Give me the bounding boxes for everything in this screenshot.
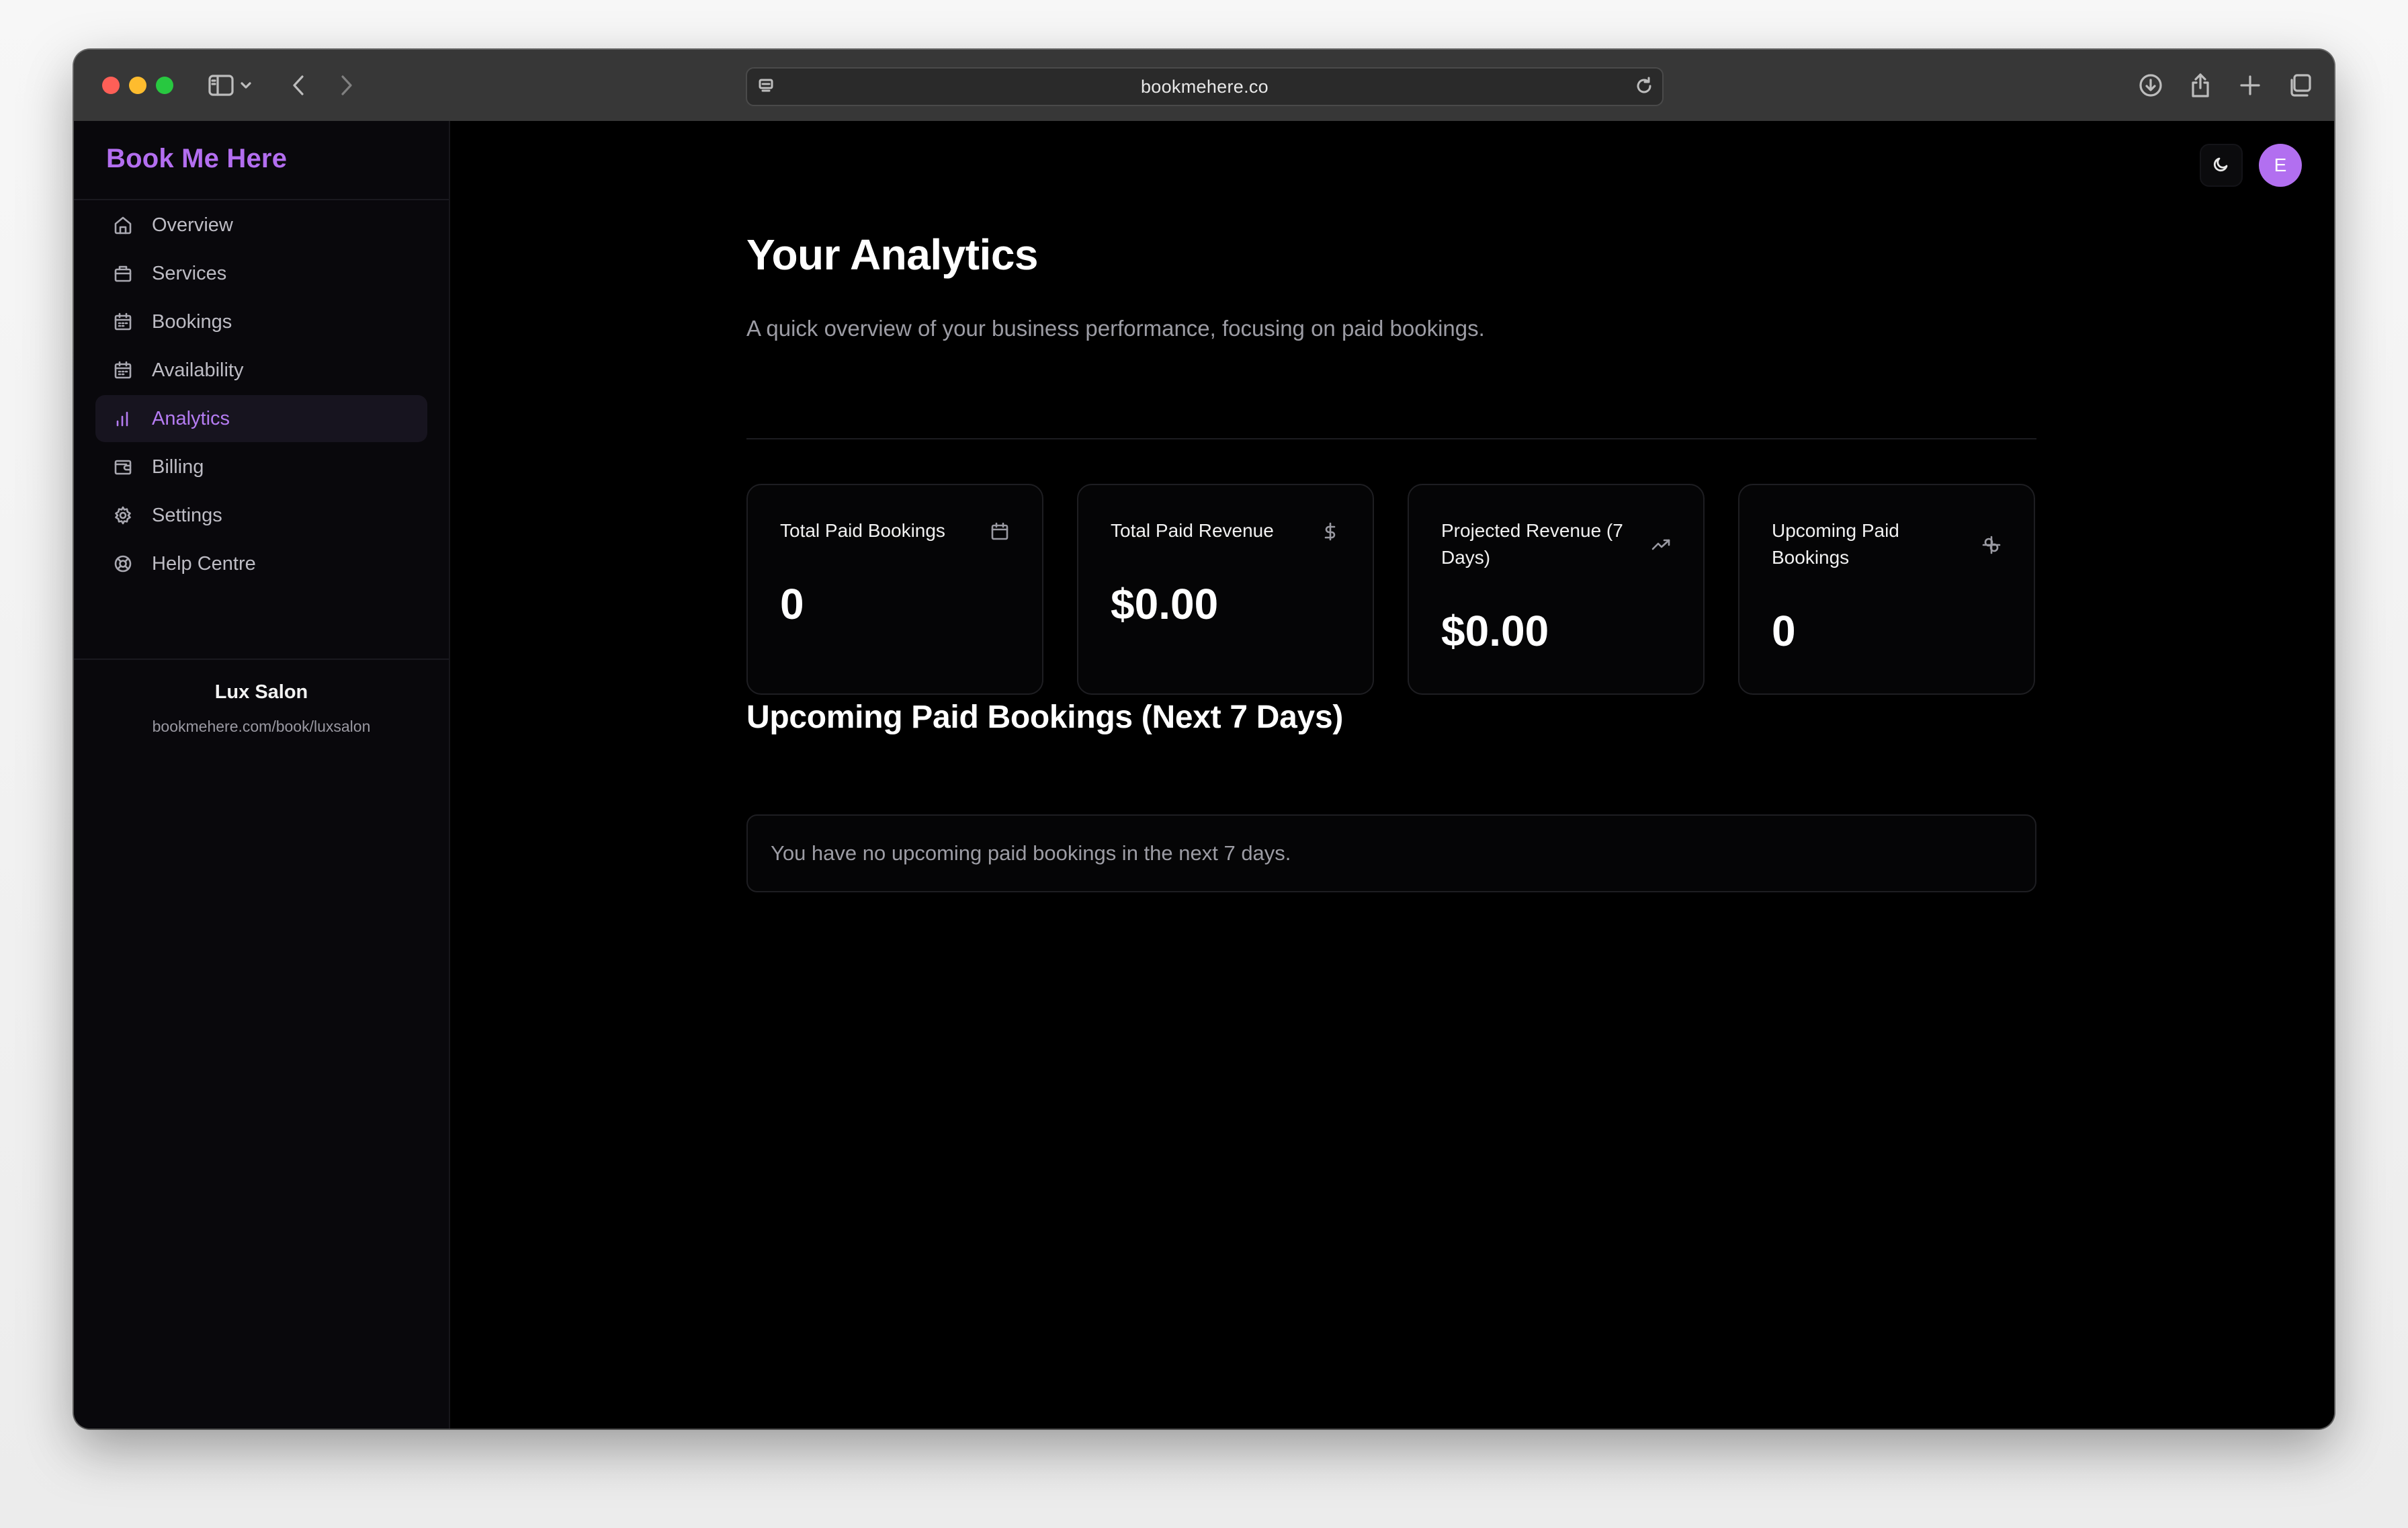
- sidebar-item-label: Services: [152, 262, 227, 284]
- gear-icon: [112, 504, 134, 527]
- sidebar-item-services[interactable]: Services: [95, 250, 427, 297]
- url-text[interactable]: bookmehere.co: [747, 69, 1662, 105]
- sidebar-divider: [74, 199, 449, 200]
- theme-toggle-button[interactable]: [2200, 144, 2243, 187]
- page-title: Your Analytics: [746, 230, 1039, 279]
- sidebar: Book Me Here Overview Services Bookings: [74, 121, 450, 1429]
- share-icon[interactable]: [2185, 70, 2216, 101]
- sidebar-item-label: Help Centre: [152, 552, 256, 575]
- sidebar-nav: Overview Services Bookings Availability: [95, 202, 427, 589]
- back-arrow-icon[interactable]: [284, 70, 314, 101]
- sidebar-item-label: Settings: [152, 504, 222, 526]
- sidebar-item-label: Billing: [152, 456, 204, 478]
- activity-icon: [1980, 534, 2003, 556]
- stat-card-total-paid-revenue: Total Paid Revenue $0.00: [1077, 484, 1374, 695]
- home-icon: [112, 214, 134, 237]
- reload-icon[interactable]: [1634, 76, 1654, 99]
- page-subtitle: A quick overview of your business perfor…: [746, 316, 1485, 341]
- stat-card-total-paid-bookings: Total Paid Bookings 0: [746, 484, 1043, 695]
- calendar-icon: [988, 520, 1011, 543]
- chevron-down-icon[interactable]: [236, 70, 255, 101]
- stat-card-value: 0: [1772, 607, 1796, 655]
- forward-arrow-icon[interactable]: [331, 70, 361, 101]
- moon-icon: [2211, 154, 2231, 177]
- close-window-button[interactable]: [102, 77, 120, 94]
- stat-card-value: 0: [780, 580, 804, 628]
- upcoming-bookings-title: Upcoming Paid Bookings (Next 7 Days): [746, 699, 1344, 735]
- calendar-icon: [112, 310, 134, 333]
- sidebar-item-settings[interactable]: Settings: [95, 492, 427, 539]
- stat-card-projected-revenue: Projected Revenue (7 Days) $0.00: [1408, 484, 1705, 695]
- booking-link[interactable]: bookmehere.com/book/luxsalon: [74, 718, 449, 736]
- address-bar[interactable]: bookmehere.co: [746, 67, 1664, 106]
- bar-chart-icon: [112, 407, 134, 430]
- stat-card-value: $0.00: [1441, 607, 1549, 655]
- calendar-icon: [112, 359, 134, 382]
- sidebar-item-bookings[interactable]: Bookings: [95, 298, 427, 345]
- section-divider: [746, 438, 2036, 439]
- sidebar-item-availability[interactable]: Availability: [95, 347, 427, 394]
- briefcase-icon: [112, 262, 134, 285]
- dollar-icon: [1319, 520, 1342, 543]
- sidebar-toggle-icon[interactable]: [206, 70, 236, 101]
- downloads-icon[interactable]: [2135, 70, 2166, 101]
- empty-state-message: You have no upcoming paid bookings in th…: [771, 841, 1291, 865]
- sidebar-item-billing[interactable]: Billing: [95, 443, 427, 491]
- avatar[interactable]: E: [2259, 144, 2302, 187]
- sidebar-item-help-centre[interactable]: Help Centre: [95, 540, 427, 587]
- sidebar-item-label: Overview: [152, 214, 233, 236]
- stat-card-label: Projected Revenue (7 Days): [1441, 520, 1623, 568]
- sidebar-item-label: Availability: [152, 359, 244, 381]
- sidebar-item-label: Bookings: [152, 310, 232, 333]
- stat-card-label: Upcoming Paid Bookings: [1772, 520, 1899, 568]
- stat-card-label: Total Paid Revenue: [1111, 520, 1274, 541]
- wallet-icon: [112, 456, 134, 478]
- browser-toolbar: bookmehere.co: [74, 50, 2334, 122]
- tab-overview-icon[interactable]: [2284, 70, 2315, 101]
- zoom-window-button[interactable]: [156, 77, 173, 94]
- sidebar-item-label: Analytics: [152, 407, 230, 429]
- new-tab-icon[interactable]: [2235, 70, 2266, 101]
- sidebar-divider: [74, 659, 449, 660]
- trending-up-icon: [1649, 534, 1672, 556]
- sidebar-item-analytics[interactable]: Analytics: [95, 395, 427, 442]
- browser-window: bookmehere.co Book Me Here Overview Serv…: [74, 50, 2334, 1429]
- upcoming-bookings-empty-state: You have no upcoming paid bookings in th…: [746, 814, 2036, 892]
- lifebuoy-icon: [112, 552, 134, 575]
- main-content: E Your Analytics A quick overview of you…: [450, 121, 2334, 1429]
- stat-card-upcoming-paid-bookings: Upcoming Paid Bookings 0: [1738, 484, 2035, 695]
- minimize-window-button[interactable]: [129, 77, 146, 94]
- brand-logo[interactable]: Book Me Here: [106, 144, 287, 174]
- stat-card-value: $0.00: [1111, 580, 1219, 628]
- stat-card-label: Total Paid Bookings: [780, 520, 945, 541]
- sidebar-item-overview[interactable]: Overview: [95, 202, 427, 249]
- business-name: Lux Salon: [214, 681, 308, 703]
